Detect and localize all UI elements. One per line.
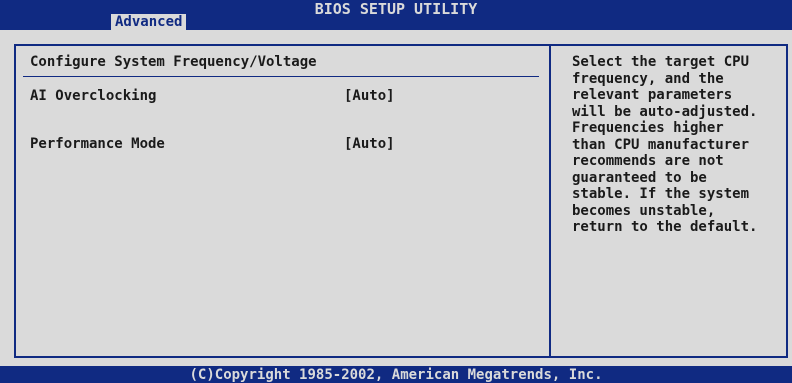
help-line: return to the default. [572, 219, 758, 235]
performance-mode-label[interactable]: Performance Mode [30, 136, 165, 152]
section-title: Configure System Frequency/Voltage [30, 54, 317, 70]
panel-divider [549, 44, 551, 358]
help-line: relevant parameters [572, 87, 733, 103]
copyright-text: (C)Copyright 1985-2002, American Megatre… [189, 367, 603, 383]
tab-advanced[interactable]: Advanced [111, 14, 187, 30]
help-panel: Select the target CPU frequency, and the… [572, 54, 792, 236]
section-underline [23, 76, 539, 77]
performance-mode-value[interactable]: [Auto] [344, 136, 395, 152]
ai-overclocking-label[interactable]: AI Overclocking [30, 88, 156, 104]
bios-screen: BIOS SETUP UTILITY Advanced Configure Sy… [0, 0, 792, 383]
help-line: Select the target CPU [572, 54, 750, 70]
ai-overclocking-value[interactable]: [Auto] [344, 88, 395, 104]
help-line: frequency, and the [572, 70, 724, 87]
help-line: will be auto-adjusted. [572, 103, 758, 120]
help-line: Frequencies higher [572, 120, 724, 136]
help-line: becomes unstable, [572, 202, 716, 219]
help-line: stable. If the system [572, 186, 750, 202]
help-line: recommends are not [572, 153, 724, 169]
help-line: than CPU manufacturer [572, 136, 750, 153]
help-line: guaranteed to be [572, 169, 707, 186]
